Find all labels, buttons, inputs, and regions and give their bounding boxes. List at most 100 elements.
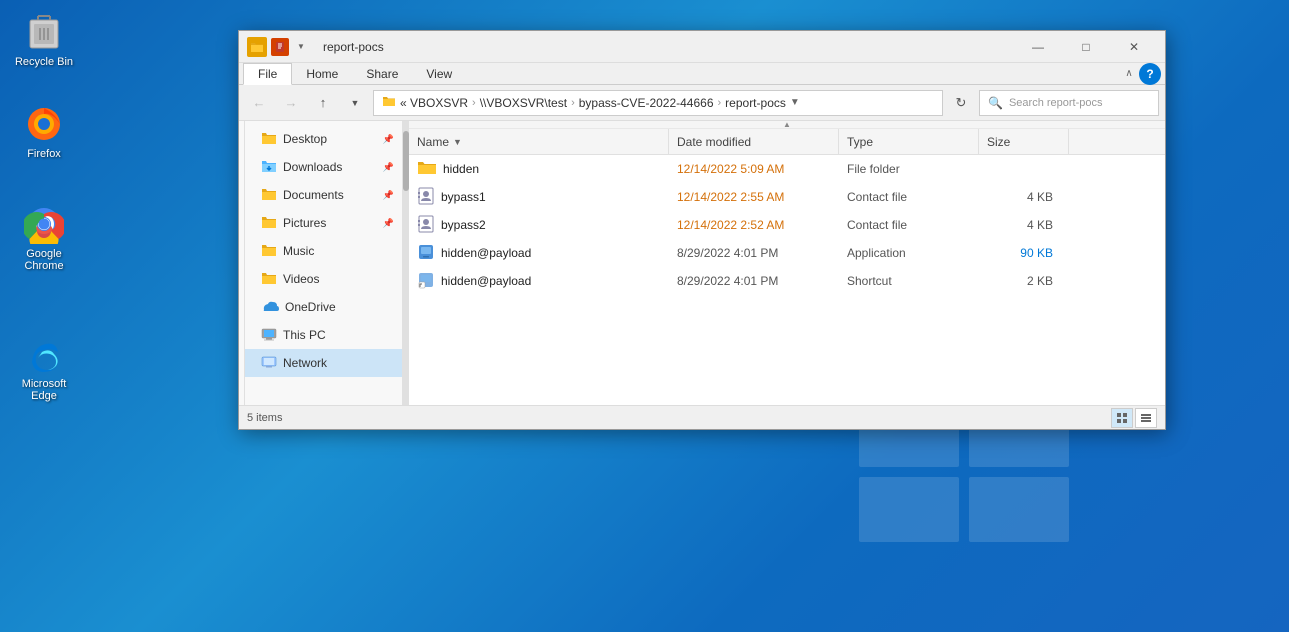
pictures-icon bbox=[261, 215, 277, 232]
sidebar-item-downloads[interactable]: Downloads 📌 bbox=[245, 153, 402, 181]
sidebar-pin-icon: 📌 bbox=[383, 134, 394, 145]
sidebar-documents-label: Documents bbox=[283, 188, 344, 202]
folder-icon-hidden bbox=[417, 160, 437, 179]
sidebar-item-documents[interactable]: Documents 📌 bbox=[245, 181, 402, 209]
file-row-bypass1[interactable]: bypass1 12/14/2022 2:55 AM Contact file … bbox=[409, 183, 1165, 211]
sidebar-item-pictures[interactable]: Pictures 📌 bbox=[245, 209, 402, 237]
back-button[interactable]: ← bbox=[245, 89, 273, 117]
cell-name-payload-shortcut: hidden@payload bbox=[409, 267, 669, 295]
sidebar-item-onedrive[interactable]: OneDrive bbox=[245, 293, 402, 321]
edge-icon-desktop[interactable]: Microsoft Edge bbox=[8, 330, 80, 406]
tab-share[interactable]: Share bbox=[352, 63, 412, 85]
sidebar-item-desktop[interactable]: Desktop 📌 bbox=[245, 125, 402, 153]
file-row-payload-app[interactable]: hidden@payload 8/29/2022 4:01 PM Applica… bbox=[409, 239, 1165, 267]
sidebar-item-thispc[interactable]: This PC bbox=[245, 321, 402, 349]
main-area: Desktop 📌 Downloads 📌 Documents 📌 bbox=[239, 121, 1165, 405]
firefox-label: Firefox bbox=[27, 148, 61, 160]
file-row-hidden-folder[interactable]: hidden 12/14/2022 5:09 AM File folder bbox=[409, 155, 1165, 183]
chrome-label: Google Chrome bbox=[12, 248, 76, 272]
tab-file[interactable]: File bbox=[243, 63, 292, 85]
path-dropdown-arrow[interactable]: ▼ bbox=[790, 97, 800, 108]
sort-indicator-bar: ▲ bbox=[409, 121, 1165, 129]
forward-button[interactable]: → bbox=[277, 89, 305, 117]
folder-icon-titlebar bbox=[247, 37, 267, 57]
edge-image bbox=[24, 334, 64, 374]
cell-date-bypass2: 12/14/2022 2:52 AM bbox=[669, 211, 839, 239]
music-icon bbox=[261, 243, 277, 260]
recycle-bin-image bbox=[24, 12, 64, 52]
cell-type-bypass2: Contact file bbox=[839, 211, 979, 239]
cell-size-bypass1: 4 KB bbox=[979, 183, 1069, 211]
file-list: ▲ Name ▼ Date modified Type Size bbox=[409, 121, 1165, 405]
col-header-name[interactable]: Name ▼ bbox=[409, 129, 669, 154]
title-bar: ▼ report-pocs — □ ✕ bbox=[239, 31, 1165, 63]
path-server: \\VBOXSVR\test bbox=[480, 96, 567, 110]
firefox-icon-desktop[interactable]: Firefox bbox=[8, 100, 80, 164]
chrome-image bbox=[24, 204, 64, 244]
path-text: « VBOXSVR bbox=[400, 96, 468, 110]
sort-arrow-name: ▼ bbox=[453, 137, 462, 147]
window-controls: — □ ✕ bbox=[1015, 31, 1157, 63]
pin-icon-titlebar bbox=[271, 38, 289, 56]
view-list-button[interactable] bbox=[1135, 408, 1157, 428]
cell-size-hidden bbox=[979, 155, 1069, 183]
contact-icon-bypass1 bbox=[417, 187, 435, 208]
sidebar: Desktop 📌 Downloads 📌 Documents 📌 bbox=[245, 121, 403, 405]
cell-date-bypass1: 12/14/2022 2:55 AM bbox=[669, 183, 839, 211]
sidebar-item-videos[interactable]: Videos bbox=[245, 265, 402, 293]
view-details-button[interactable] bbox=[1111, 408, 1133, 428]
tab-home[interactable]: Home bbox=[292, 63, 352, 85]
ribbon-chevron[interactable]: ∧ bbox=[1119, 64, 1139, 84]
maximize-button[interactable]: □ bbox=[1063, 31, 1109, 63]
file-row-payload-shortcut[interactable]: hidden@payload 8/29/2022 4:01 PM Shortcu… bbox=[409, 267, 1165, 295]
recycle-bin-icon[interactable]: Recycle Bin bbox=[8, 8, 80, 72]
contact-icon-bypass2 bbox=[417, 215, 435, 236]
file-items: hidden 12/14/2022 5:09 AM File folder bbox=[409, 155, 1165, 405]
cell-type-hidden: File folder bbox=[839, 155, 979, 183]
sidebar-scrollbar[interactable] bbox=[403, 121, 409, 405]
cell-date-hidden: 12/14/2022 5:09 AM bbox=[669, 155, 839, 183]
cell-date-payload-shortcut: 8/29/2022 4:01 PM bbox=[669, 267, 839, 295]
close-button[interactable]: ✕ bbox=[1111, 31, 1157, 63]
recent-button[interactable]: ▼ bbox=[341, 89, 369, 117]
minimize-button[interactable]: — bbox=[1015, 31, 1061, 63]
sidebar-thispc-label: This PC bbox=[283, 328, 326, 342]
sep1: › bbox=[472, 97, 476, 109]
sidebar-videos-label: Videos bbox=[283, 272, 319, 286]
dropdown-arrow-titlebar[interactable]: ▼ bbox=[293, 39, 309, 55]
view-buttons bbox=[1111, 408, 1157, 428]
items-count: 5 items bbox=[247, 412, 282, 424]
recycle-bin-label: Recycle Bin bbox=[15, 56, 73, 68]
help-button[interactable]: ? bbox=[1139, 63, 1161, 85]
up-button[interactable]: ↑ bbox=[309, 89, 337, 117]
firefox-image bbox=[24, 104, 64, 144]
sidebar-pin-icon4: 📌 bbox=[383, 218, 394, 229]
sidebar-pin-icon2: 📌 bbox=[383, 162, 394, 173]
refresh-button[interactable]: ↻ bbox=[947, 89, 975, 117]
col-header-type[interactable]: Type bbox=[839, 129, 979, 154]
path-folder: bypass-CVE-2022-44666 bbox=[579, 96, 714, 110]
sidebar-pin-icon3: 📌 bbox=[383, 190, 394, 201]
videos-icon bbox=[261, 271, 277, 288]
sidebar-item-music[interactable]: Music bbox=[245, 237, 402, 265]
cell-size-bypass2: 4 KB bbox=[979, 211, 1069, 239]
title-bar-left: ▼ report-pocs bbox=[247, 37, 384, 57]
sep2: › bbox=[571, 97, 575, 109]
col-header-size[interactable]: Size bbox=[979, 129, 1069, 154]
tab-view[interactable]: View bbox=[412, 63, 466, 85]
sidebar-pictures-label: Pictures bbox=[283, 216, 326, 230]
sidebar-item-network[interactable]: Network bbox=[245, 349, 402, 377]
file-row-bypass2[interactable]: bypass2 12/14/2022 2:52 AM Contact file … bbox=[409, 211, 1165, 239]
ribbon-tabs: File Home Share View ∧ ? bbox=[239, 63, 1165, 85]
sidebar-downloads-label: Downloads bbox=[283, 160, 342, 174]
chrome-icon-desktop[interactable]: Google Chrome bbox=[8, 200, 80, 276]
search-box[interactable]: 🔍 Search report-pocs bbox=[979, 90, 1159, 116]
sidebar-music-label: Music bbox=[283, 244, 314, 258]
sidebar-scrollbar-thumb[interactable] bbox=[403, 131, 409, 191]
cell-size-payload-shortcut: 2 KB bbox=[979, 267, 1069, 295]
col-header-date[interactable]: Date modified bbox=[669, 129, 839, 154]
documents-icon bbox=[261, 187, 277, 204]
edge-label: Microsoft Edge bbox=[12, 378, 76, 402]
sidebar-onedrive-label: OneDrive bbox=[285, 300, 336, 314]
address-path[interactable]: « VBOXSVR › \\VBOXSVR\test › bypass-CVE-… bbox=[373, 90, 943, 116]
